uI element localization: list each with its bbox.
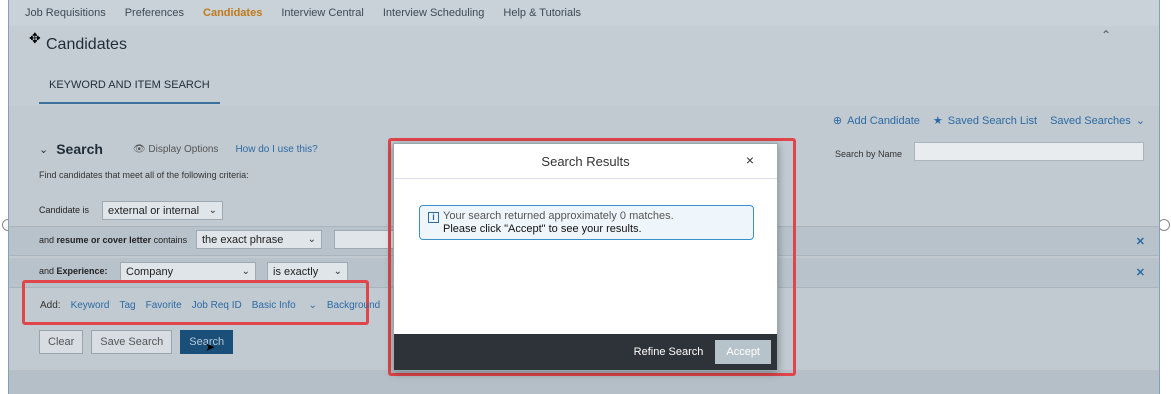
nav-interview-scheduling[interactable]: Interview Scheduling [383,7,485,19]
remove-row-icon[interactable]: ✕ [1136,235,1145,248]
chevron-down-icon: ⌄ [208,205,217,216]
tab-bar: KEYWORD AND ITEM SEARCH [9,66,1159,104]
search-title: Search [56,141,103,157]
nav-help-tutorials[interactable]: Help & Tutorials [503,7,581,19]
tab-keyword-item-search[interactable]: KEYWORD AND ITEM SEARCH [39,66,220,104]
save-search-button[interactable]: Save Search [91,330,173,354]
close-icon[interactable]: × [746,152,754,168]
eye-icon: 👁 [132,143,149,155]
header-actions: ⊕ Add Candidate ★ Saved Search List Save… [828,114,1145,128]
message-line-2: Please click "Accept" to see your result… [443,223,642,235]
candidate-type-select[interactable]: external or internal ⌄ [102,201,223,220]
search-header: ⌄ Search 👁 Display Options How do I use … [39,141,318,157]
add-criteria-row: Add: Keyword Tag Favorite Job Req ID Bas… [40,300,411,311]
chevron-down-icon: ⌄ [241,266,250,277]
collapse-icon[interactable]: ⌃ [1101,28,1111,42]
search-results-dialog: Search Results × i Your search returned a… [393,143,778,371]
nav-candidates[interactable]: Candidates [203,7,262,19]
dialog-header: Search Results × [394,144,777,179]
experience-label: and Experience: [39,266,108,276]
candidate-label: Candidate is [39,205,90,215]
refine-search-button[interactable]: Refine Search [634,346,704,358]
star-icon: ★ [932,115,943,127]
resume-phrase-input[interactable] [334,230,394,249]
pointer-cursor-icon: ➤ [205,340,216,354]
search-by-name-label: Search by Name [835,149,903,159]
remove-row-icon[interactable]: ✕ [1136,266,1145,279]
clear-button[interactable]: Clear [39,330,84,354]
page-title: Candidates [46,36,127,53]
add-circle-icon: ⊕ [832,115,843,127]
add-tag-link[interactable]: Tag [119,300,135,311]
add-label: Add: [40,300,61,311]
resume-match-select[interactable]: the exact phrase ⌄ [196,230,322,249]
nav-job-requisitions[interactable]: Job Requisitions [25,7,106,19]
info-message: i Your search returned approximately 0 ma… [419,205,754,240]
nav-interview-central[interactable]: Interview Central [281,7,364,19]
add-candidate-link[interactable]: Add Candidate [847,115,920,127]
resume-label: and resume or cover letter contains [39,235,188,245]
accept-button[interactable]: Accept [715,340,771,364]
top-nav: Job Requisitions Preferences Candidates … [9,0,1159,26]
chevron-down-icon: ⌄ [1135,115,1145,127]
dialog-footer: Refine Search Accept [394,334,777,370]
chevron-down-icon[interactable]: ⌄ [39,143,48,156]
search-by-name-input[interactable] [914,142,1144,161]
criteria-text: Find candidates that meet all of the fol… [39,170,249,180]
add-job-req-id-link[interactable]: Job Req ID [192,300,242,311]
move-cursor-icon: ✥ [29,30,41,46]
nav-preferences[interactable]: Preferences [125,7,184,19]
add-favorite-link[interactable]: Favorite [146,300,182,311]
add-basic-info-link[interactable]: Basic Info ⌄ [252,300,317,311]
experience-operator-select[interactable]: is exactly ⌄ [267,262,348,281]
saved-search-list-link[interactable]: Saved Search List [948,115,1037,127]
how-to-link[interactable]: How do I use this? [235,144,317,155]
display-options-link[interactable]: 👁 Display Options [133,144,219,155]
info-icon: i [428,212,439,223]
chevron-down-icon: ⌄ [333,266,342,277]
saved-searches-link[interactable]: Saved Searches [1050,115,1131,127]
experience-field-select[interactable]: Company ⌄ [120,262,256,281]
message-line-1: Your search returned approximately 0 mat… [443,210,674,222]
dialog-title: Search Results [541,153,630,169]
chevron-down-icon: ⌄ [307,234,316,245]
add-keyword-link[interactable]: Keyword [71,300,110,311]
